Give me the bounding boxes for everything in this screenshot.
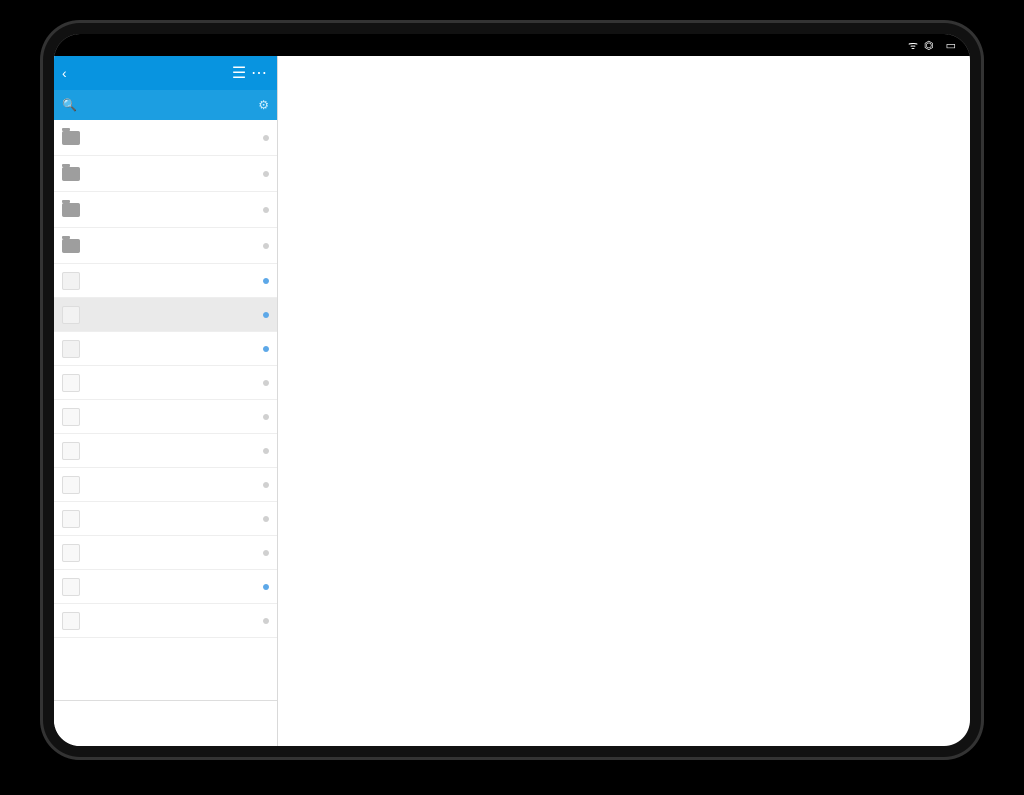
lock-icon: ⏣	[924, 39, 934, 52]
folder-icon	[62, 167, 80, 181]
file-thumb-icon	[62, 612, 80, 630]
folder-row[interactable]	[54, 120, 277, 156]
folder-row[interactable]	[54, 156, 277, 192]
folder-row[interactable]	[54, 228, 277, 264]
folder-icon	[62, 203, 80, 217]
status-dot	[263, 278, 269, 284]
sidebar-list[interactable]	[54, 120, 277, 700]
tablet-frame: ᯤ ⏣ ▭ ‹ ☰ ⋯ 🔍	[40, 20, 984, 760]
status-bar: ᯤ ⏣ ▭	[54, 34, 970, 56]
file-row[interactable]	[54, 468, 277, 502]
status-dot	[263, 380, 269, 386]
file-thumb-icon	[62, 374, 80, 392]
chevron-left-icon: ‹	[62, 65, 67, 81]
status-dot	[263, 448, 269, 454]
folder-row[interactable]	[54, 192, 277, 228]
bottom-tabbar	[54, 700, 277, 746]
file-row[interactable]	[54, 604, 277, 638]
file-thumb-icon	[62, 578, 80, 596]
search-row: 🔍 ⚙	[54, 90, 277, 120]
file-thumb-icon	[62, 442, 80, 460]
search-input[interactable]	[83, 98, 252, 112]
file-row[interactable]	[54, 298, 277, 332]
status-dot	[263, 618, 269, 624]
status-dot	[263, 243, 269, 249]
status-dot	[263, 346, 269, 352]
folder-icon	[62, 131, 80, 145]
status-dot	[263, 135, 269, 141]
status-dot	[263, 584, 269, 590]
sidebar: ‹ ☰ ⋯ 🔍 ⚙	[54, 56, 278, 746]
search-settings-icon[interactable]: ⚙	[258, 98, 269, 112]
status-dot	[263, 482, 269, 488]
file-row[interactable]	[54, 400, 277, 434]
status-dot	[263, 207, 269, 213]
file-row[interactable]	[54, 264, 277, 298]
sidebar-back-button[interactable]: ‹	[62, 65, 69, 81]
file-row[interactable]	[54, 502, 277, 536]
screen: ᯤ ⏣ ▭ ‹ ☰ ⋯ 🔍	[54, 34, 970, 746]
more-icon[interactable]: ⋯	[249, 63, 269, 83]
sidebar-header: ‹ ☰ ⋯	[54, 56, 277, 90]
file-thumb-icon	[62, 340, 80, 358]
status-dot	[263, 550, 269, 556]
file-row[interactable]	[54, 570, 277, 604]
search-icon: 🔍	[62, 98, 77, 112]
file-thumb-icon	[62, 306, 80, 324]
file-thumb-icon	[62, 272, 80, 290]
file-thumb-icon	[62, 408, 80, 426]
file-row[interactable]	[54, 536, 277, 570]
wifi-icon: ᯤ	[908, 38, 918, 53]
status-dot	[263, 312, 269, 318]
status-dot	[263, 414, 269, 420]
file-thumb-icon	[62, 510, 80, 528]
folder-icon	[62, 239, 80, 253]
file-thumb-icon	[62, 476, 80, 494]
filter-icon[interactable]: ☰	[229, 63, 249, 83]
file-thumb-icon	[62, 544, 80, 562]
battery-icon: ▭	[946, 39, 956, 52]
status-dot	[263, 171, 269, 177]
status-dot	[263, 516, 269, 522]
file-row[interactable]	[54, 434, 277, 468]
file-row[interactable]	[54, 366, 277, 400]
file-row[interactable]	[54, 332, 277, 366]
